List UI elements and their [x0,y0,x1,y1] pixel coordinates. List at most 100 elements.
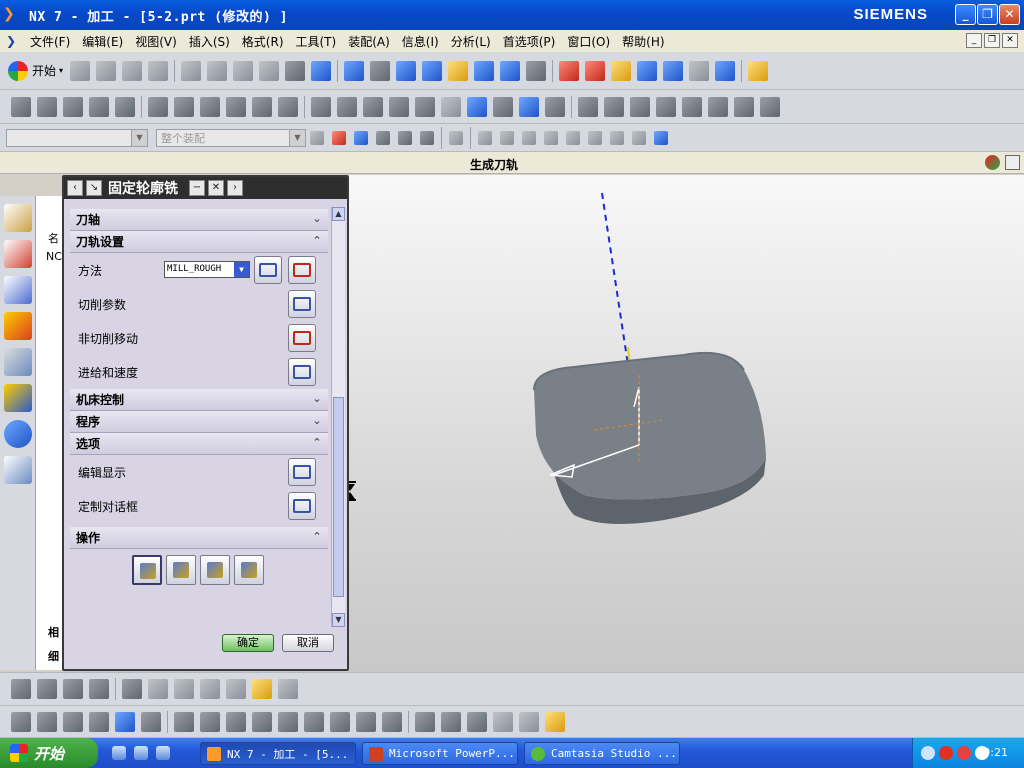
dialog-close-button[interactable]: ✕ [208,180,224,196]
rect-select-icon[interactable] [449,130,463,145]
edit-method-button[interactable] [288,256,316,284]
snap-line-icon[interactable] [610,130,624,145]
dialog-back-button[interactable]: ‹ [67,180,83,196]
chamfer-icon[interactable] [708,96,728,117]
snap-icon[interactable] [611,60,632,81]
fit-icon[interactable] [344,60,365,81]
copy-object-icon[interactable] [200,96,220,117]
select-feature-icon[interactable] [310,130,324,145]
menu-window[interactable]: 窗口(O) [561,33,616,50]
close-button[interactable]: ✕ [999,4,1020,25]
delete-icon[interactable] [259,60,280,81]
pattern-icon[interactable] [304,711,324,732]
menu-insert[interactable]: 插入(S) [183,33,236,50]
wcs-icon[interactable] [559,60,580,81]
dialog-forward-button[interactable]: › [227,180,243,196]
control-point-icon[interactable] [398,130,412,145]
generate-button[interactable] [132,555,162,585]
mdi-minimize-button[interactable]: _ [966,33,982,48]
create-program-icon[interactable] [11,96,31,117]
post-process-icon[interactable] [415,96,435,117]
dialog-collapse-button[interactable]: − [189,180,205,196]
delete-object-icon[interactable] [252,96,272,117]
scale-icon[interactable] [545,711,565,732]
mdi-restore-button[interactable]: ❐ [984,33,1000,48]
replay-toolpath-icon[interactable] [337,96,357,117]
list-button[interactable] [234,555,264,585]
mdi-close-button[interactable]: ✕ [1002,33,1018,48]
section-program[interactable]: 程序 ⌄ [70,411,328,433]
display-mode-icon[interactable] [500,60,521,81]
start-button[interactable]: 开始 ▾ [8,60,63,81]
edit-object-icon[interactable] [148,96,168,117]
intersection-icon[interactable] [420,130,434,145]
menu-preferences[interactable]: 首选项(P) [497,33,562,50]
paste-icon[interactable] [233,60,254,81]
non-cutting-button[interactable] [288,324,316,352]
dialog-scrollbar[interactable]: ▲ ▼ [331,207,345,627]
generate-toolpath-icon[interactable] [311,96,331,117]
save-icon[interactable] [122,60,143,81]
cancel-button[interactable]: 取消 [282,634,334,652]
verify-toolpath-icon[interactable] [363,96,383,117]
menu-format[interactable]: 格式(R) [236,33,290,50]
section-path-settings[interactable]: 刀轨设置 ⌃ [70,231,328,253]
edit-display-button[interactable] [288,458,316,486]
shell-icon[interactable] [356,711,376,732]
minimize-button[interactable]: _ [955,4,976,25]
menu-help[interactable]: 帮助(H) [616,33,670,50]
verify-button[interactable] [200,555,230,585]
blank-icon[interactable] [278,679,298,699]
ipw-icon[interactable] [545,96,565,117]
point-icon[interactable] [174,679,194,699]
menu-analysis[interactable]: 分析(L) [445,33,497,50]
zoom-icon[interactable] [396,60,417,81]
snap-circle-icon[interactable] [566,130,580,145]
create-method-button[interactable] [254,256,282,284]
snap-plus-icon[interactable] [588,130,602,145]
hole-icon[interactable] [115,711,135,732]
mid-point-icon[interactable] [376,130,390,145]
section-actions[interactable]: 操作 ⌃ [70,527,328,549]
feeds-speeds-button[interactable] [288,358,316,386]
orient-view-icon[interactable] [526,60,547,81]
blend-icon[interactable] [734,96,754,117]
open-file-icon[interactable] [96,60,117,81]
chamfer-op-icon[interactable] [278,711,298,732]
split-icon[interactable] [467,711,487,732]
part-navigator-icon[interactable] [4,240,32,268]
undo-icon[interactable] [285,60,306,81]
windows-start-button[interactable]: 开始 [0,738,98,768]
desktop-quicklaunch-icon[interactable] [134,746,148,760]
scroll-up-icon[interactable]: ▲ [332,207,345,221]
display-object-icon[interactable] [278,96,298,117]
draft-icon[interactable] [382,711,402,732]
revolve-icon[interactable] [37,711,57,732]
offset-icon[interactable] [656,96,676,117]
unite-icon[interactable] [174,711,194,732]
shaded-view-icon[interactable] [474,60,495,81]
history-icon[interactable] [4,384,32,412]
solid-icon[interactable] [760,96,780,117]
edge-blend-icon[interactable] [252,711,272,732]
thicken-icon[interactable] [682,96,702,117]
section-options[interactable]: 选项 ⌃ [70,433,328,455]
task-powerpoint[interactable]: Microsoft PowerP... [362,742,518,765]
trim-body-icon[interactable] [493,711,513,732]
reuse-library-icon[interactable] [4,348,32,376]
turn-op-icon[interactable] [89,679,109,699]
rotate-icon[interactable] [422,60,443,81]
task-nx[interactable]: NX 7 - 加工 - [5... [200,742,356,765]
snap-perp-icon[interactable] [544,130,558,145]
zoom-window-icon[interactable] [370,60,391,81]
section-tool-axis[interactable]: 刀轴 ⌄ [70,209,328,231]
selection-icon[interactable] [637,60,658,81]
section-machine-control[interactable]: 机床控制 ⌄ [70,389,328,411]
shop-doc-icon[interactable] [441,96,461,117]
tray-camtasia-icon[interactable] [939,746,953,760]
machine-tool-icon[interactable] [519,96,539,117]
fullscreen-icon[interactable] [1005,155,1020,170]
pan-icon[interactable] [448,60,469,81]
custom-dialog-button[interactable] [288,492,316,520]
create-tool-icon[interactable] [37,96,57,117]
